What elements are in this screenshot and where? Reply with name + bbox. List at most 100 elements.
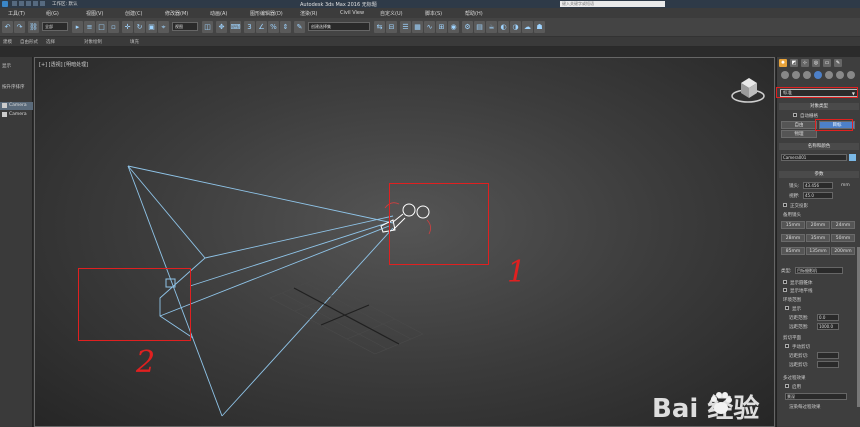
display-label[interactable]: 显示 [2,63,11,69]
mirror-icon[interactable]: ⇆ [374,21,385,33]
undo-icon[interactable]: ↶ [2,21,13,33]
menu-civil-view[interactable]: Civil View [340,10,364,16]
menu-rendering[interactable]: 渲染(R) [300,10,317,17]
menu-scripting[interactable]: 脚本(S) [425,10,442,17]
schematic-view-icon[interactable]: ⊞ [436,21,447,33]
pivot-icon[interactable]: ◫ [202,21,213,33]
link-icon[interactable]: ⛓ [28,21,39,33]
multipass-type-dropdown[interactable]: 景深 [785,393,847,400]
multipass-enable-checkbox[interactable] [785,384,789,388]
lens-135mm-button[interactable]: 135mm [806,247,830,255]
menu-modifiers[interactable]: 修改器(M) [165,10,188,17]
ribbon-tab-object-paint[interactable]: 对象绘制 [84,39,102,45]
search-input[interactable]: 键入关键字或短语 [560,1,665,7]
rotate-icon[interactable]: ↻ [134,21,145,33]
new-icon[interactable] [12,1,17,6]
systems-icon[interactable] [847,71,855,79]
menu-help[interactable]: 帮助(H) [465,10,483,17]
physical-camera-button[interactable]: 物理 [781,130,817,138]
ribbon-tab-modeling[interactable]: 建模 [3,39,12,45]
open-icon[interactable] [19,1,24,6]
lens-200mm-button[interactable]: 200mm [831,247,855,255]
named-selection-dropdown[interactable]: 创建选择集 [308,22,370,31]
ribbon-tab-populate[interactable]: 填充 [130,39,139,45]
shapes-icon[interactable] [792,71,800,79]
render-activeshade-icon[interactable]: ◑ [510,21,521,33]
menu-tools[interactable]: 工具(T) [8,10,25,17]
a360-icon[interactable]: ☁ [522,21,533,33]
menu-graph-editors[interactable]: 图形编辑器(D) [250,10,283,17]
selection-filter-dropdown[interactable]: 全部 [42,22,68,31]
spacewarps-icon[interactable] [836,71,844,79]
far-range-field[interactable]: 1000.0 [817,323,839,330]
material-editor-icon[interactable]: ◉ [448,21,459,33]
lens-15mm-button[interactable]: 15mm [781,221,805,229]
place-icon[interactable]: ⌖ [158,21,169,33]
layer-manager-icon[interactable]: ☰ [400,21,411,33]
sort-label[interactable]: 按升序排序 [2,84,25,90]
near-clip-field[interactable] [817,352,839,359]
lens-field[interactable]: 43.456 [803,182,833,189]
camera-type-dropdown[interactable]: 目标摄影机 [795,267,843,274]
lens-28mm-button[interactable]: 28mm [781,234,805,242]
utilities-tab-icon[interactable]: ✎ [834,59,842,67]
lens-85mm-button[interactable]: 85mm [781,247,805,255]
align-icon[interactable]: ⊟ [386,21,397,33]
create-tab-icon[interactable]: ✹ [779,59,787,67]
ribbon-tab-selection[interactable]: 选择 [46,39,55,45]
redo-icon[interactable] [40,1,45,6]
save-icon[interactable] [26,1,31,6]
window-crossing-icon[interactable]: ▫ [108,21,119,33]
lens-50mm-button[interactable]: 50mm [831,234,855,242]
select-object-icon[interactable]: ▸ [72,21,83,33]
lens-35mm-button[interactable]: 35mm [806,234,830,242]
env-show-checkbox[interactable] [785,306,789,310]
move-icon[interactable]: ✛ [122,21,133,33]
ribbon-tab-freeform[interactable]: 自由形式 [20,39,38,45]
render-production-icon[interactable]: ◐ [498,21,509,33]
hierarchy-tab-icon[interactable]: ⊹ [801,59,809,67]
far-clip-field[interactable] [817,361,839,368]
object-type-rollout[interactable]: 对象类型 [779,103,859,110]
undo-icon[interactable] [33,1,38,6]
modify-tab-icon[interactable]: ◩ [790,59,798,67]
menu-create[interactable]: 创建(C) [125,10,142,17]
render-icon[interactable]: ☕ [486,21,497,33]
redo-icon[interactable]: ↷ [14,21,25,33]
lens-20mm-button[interactable]: 20mm [806,221,830,229]
edit-named-sel-icon[interactable]: ✎ [294,21,305,33]
menu-group[interactable]: 组(G) [46,10,59,17]
list-item[interactable]: Camera [0,102,33,110]
teapot-icon[interactable]: ☗ [534,21,545,33]
curve-editor-icon[interactable]: ∿ [424,21,435,33]
geometry-icon[interactable] [781,71,789,79]
show-horizon-checkbox[interactable] [783,288,787,292]
fov-field[interactable]: 45.0 [803,192,833,199]
app-logo-icon[interactable] [2,1,8,7]
autogrid-checkbox[interactable] [793,113,797,117]
graphite-icon[interactable]: ▦ [412,21,423,33]
free-camera-button[interactable]: 自由 [781,121,817,129]
angle-snap-icon[interactable]: ∠ [256,21,267,33]
manual-clip-checkbox[interactable] [785,344,789,348]
lights-icon[interactable] [803,71,811,79]
object-name-field[interactable]: Camera001 [781,154,847,161]
helpers-icon[interactable] [825,71,833,79]
show-cone-checkbox[interactable] [783,280,787,284]
workspace-selector[interactable]: 工作区: 默认 [52,1,77,7]
reference-coord-dropdown[interactable]: 视图 [172,22,198,31]
display-tab-icon[interactable]: ▭ [823,59,831,67]
view-cube[interactable] [731,78,765,103]
name-color-rollout[interactable]: 名称和颜色 [779,143,859,150]
rect-region-icon[interactable]: □ [96,21,107,33]
select-by-name-icon[interactable]: ≡ [84,21,95,33]
object-color-swatch[interactable] [849,154,856,161]
lens-24mm-button[interactable]: 24mm [831,221,855,229]
menu-customize[interactable]: 自定义(U) [380,10,403,17]
near-range-field[interactable]: 0.0 [817,314,839,321]
render-setup-icon[interactable]: ⚙ [462,21,473,33]
scale-icon[interactable]: ▣ [146,21,157,33]
keyboard-shortcut-icon[interactable]: ⌨ [230,21,241,33]
cameras-icon[interactable] [814,71,822,79]
percent-snap-icon[interactable]: % [268,21,279,33]
